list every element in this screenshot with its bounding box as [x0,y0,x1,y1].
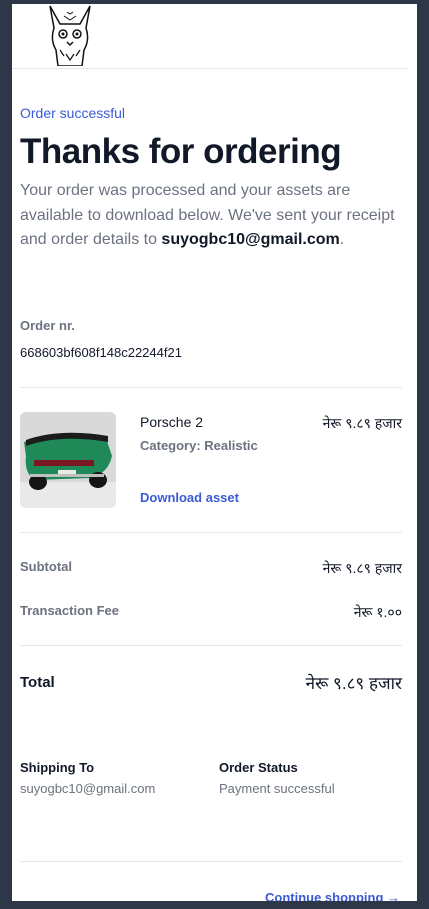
order-number-label: Order nr. [20,318,75,333]
divider [20,532,402,533]
product-category: Category: Realistic [140,438,258,453]
receipt-email: suyogbc10@gmail.com [161,231,340,248]
continue-shopping-link[interactable]: Continue shopping → [265,890,400,901]
transaction-fee-value: नेरू १.०० [353,604,402,620]
product-price: नेरू ९.८९ हजार [322,415,402,431]
subtotal-value: नेरू ९.८९ हजार [322,560,402,576]
page-title: Thanks for ordering [20,132,342,171]
download-asset-link[interactable]: Download asset [140,490,239,505]
order-number-value: 668603bf608f148c22244f21 [20,345,182,360]
order-status-label: Order Status [219,760,298,775]
divider [20,387,402,388]
order-confirmation-panel: Order successful Thanks for ordering You… [12,4,417,901]
divider [20,861,402,862]
product-name: Porsche 2 [140,414,204,430]
transaction-fee-label: Transaction Fee [20,603,119,618]
shipping-to-label: Shipping To [20,760,95,775]
divider [20,645,402,646]
fox-cat-logo-icon[interactable] [46,4,94,66]
order-success-eyebrow: Order successful [20,105,126,121]
subtotal-label: Subtotal [20,559,72,574]
total-label: Total [20,674,55,691]
order-status-value: Payment successful [219,781,335,796]
header [12,4,408,69]
description-suffix: . [339,231,345,248]
total-value: नेरू ९.८९ हजार [305,674,402,693]
shipping-to-value: suyogbc10@gmail.com [20,781,156,796]
green-porsche-thumbnail [20,412,116,508]
product-thumbnail [20,412,116,508]
order-description: Your order was processed and your assets… [20,179,400,253]
